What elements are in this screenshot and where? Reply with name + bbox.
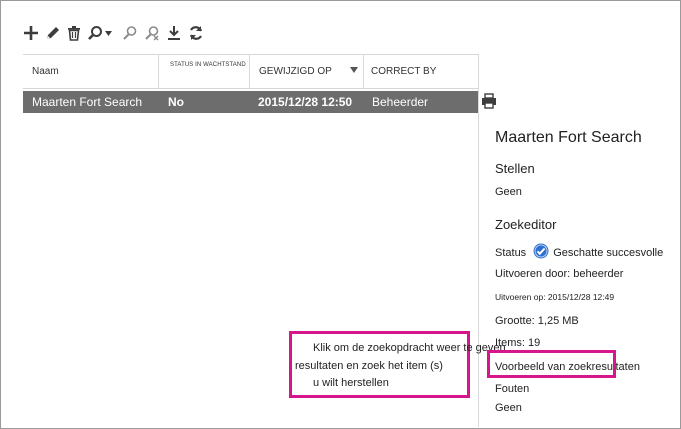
detail-title: Maarten Fort Search [495,129,642,146]
toolbar [23,22,210,44]
callout-highlight [487,350,616,378]
column-separator [158,55,159,88]
errors-value: Geen [495,402,522,414]
table-row[interactable]: Maarten Fort Search No 2015/12/28 12:50 … [23,91,478,113]
stellen-value: Geen [495,186,522,198]
size: Grootte: 1,25 MB [495,315,579,327]
run-on: Uitvoeren op: 2015/12/28 12:49 [495,292,615,302]
section-zoekeditor: Zoekeditor [495,217,557,232]
status-value: Geschatte succesvolle [553,246,664,259]
grid-header: Naam STATUS IN WACHTSTAND GEWIJZIGD OP C… [23,54,478,89]
person-search-remove-icon[interactable] [144,22,160,44]
column-separator [249,55,250,88]
column-header-by[interactable]: CORRECT BY [371,55,436,88]
column-header-status[interactable]: STATUS IN WACHTSTAND [170,55,246,95]
cell-status: No [168,95,184,109]
column-separator [363,55,364,88]
sort-descending-icon[interactable] [350,67,358,73]
download-icon[interactable] [166,22,182,44]
search-icon[interactable] [87,22,103,44]
run-by: Uitvoeren door: beheerder [495,268,624,280]
column-header-name[interactable]: Naam [32,55,59,88]
callout-line-2: resultaten en zoek het item (s) [295,360,443,372]
column-header-modified[interactable]: GEWIJZIGD OP [259,55,332,88]
trash-icon[interactable] [67,22,81,44]
status-line: Status Geschatte succesvolle [495,243,663,262]
callout-line-1: Klik om de zoekopdracht weer te geven [313,342,506,354]
errors-label: Fouten [495,383,530,395]
cell-modified: 2015/12/28 12:50 [258,95,353,109]
printer-icon[interactable] [481,93,497,114]
section-stellen: Stellen [495,161,535,176]
pencil-icon[interactable] [45,22,61,44]
chevron-down-icon[interactable] [105,22,112,44]
cell-name: Maarten Fort Search [32,95,143,109]
person-search-icon[interactable] [122,22,138,44]
callout-line-3: u wilt herstellen [313,377,389,389]
pane-divider [478,54,479,427]
cell-by: Beheerder [372,95,429,109]
status-label: Status [495,246,527,259]
checkmark-icon [533,243,549,262]
refresh-icon[interactable] [188,22,204,44]
plus-icon[interactable] [23,22,39,44]
